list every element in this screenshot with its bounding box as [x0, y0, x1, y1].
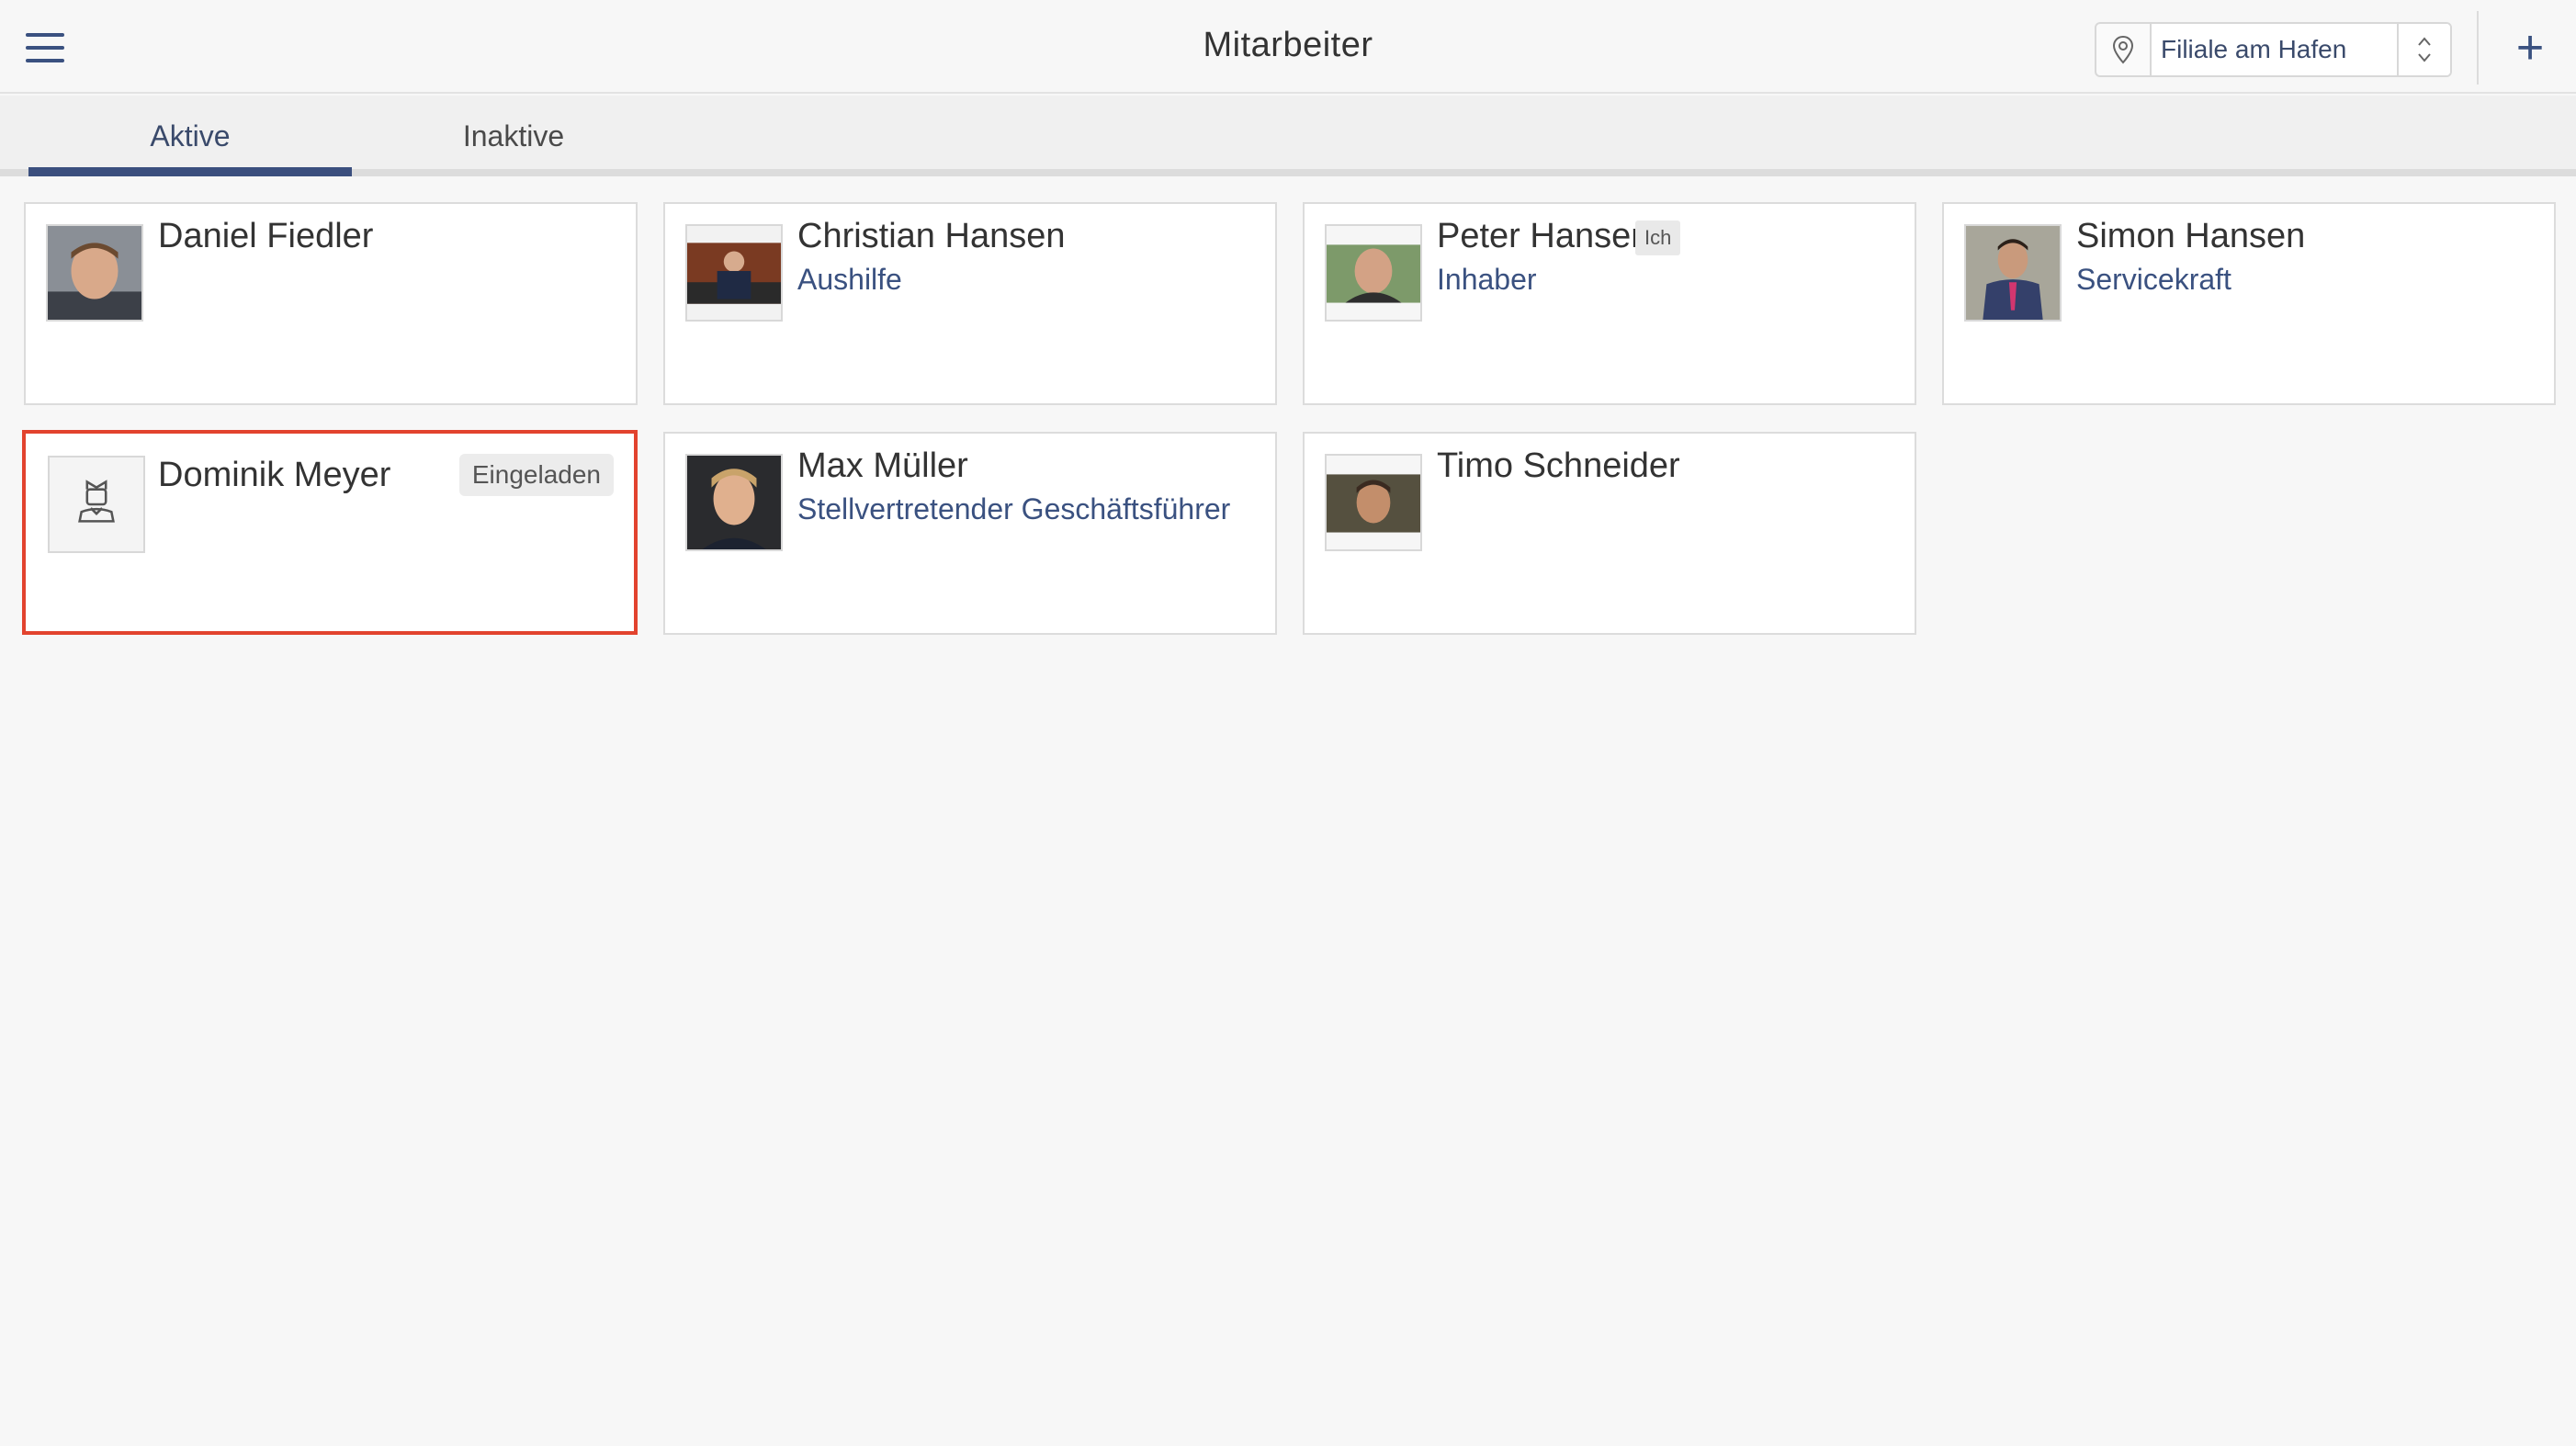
employee-card-christian-hansen[interactable]: Christian Hansen Aushilfe	[663, 202, 1277, 405]
employee-card-dominik-meyer[interactable]: Dominik Meyer Eingeladen	[22, 430, 638, 635]
employee-role: Aushilfe	[797, 263, 902, 296]
me-badge: Ich	[1635, 220, 1681, 255]
avatar	[1964, 224, 2062, 322]
employee-card-timo-schneider[interactable]: Timo Schneider	[1303, 432, 1916, 635]
employee-role: Stellvertretender Geschäftsführer	[797, 492, 1231, 525]
tab-bar: Aktive Inaktive	[0, 96, 2576, 176]
location-value: Filiale am Hafen	[2152, 24, 2397, 75]
default-user-icon	[50, 458, 143, 551]
employee-name: Dominik Meyer	[158, 456, 391, 494]
active-tab-indicator	[28, 167, 352, 176]
employee-name: Timo Schneider	[1437, 446, 1680, 485]
employee-name: Simon Hansen	[2076, 217, 2306, 255]
avatar	[1325, 224, 1422, 322]
top-bar: Mitarbeiter Filiale am Hafen +	[0, 0, 2576, 94]
avatar	[46, 224, 143, 322]
tab-aktive[interactable]: Aktive	[28, 96, 352, 176]
tab-inaktive[interactable]: Inaktive	[352, 96, 675, 176]
employee-name: Peter Hansen	[1437, 217, 1651, 255]
header-divider	[2477, 11, 2479, 85]
location-pin-icon	[2096, 24, 2152, 75]
employee-role: Servicekraft	[2076, 263, 2231, 296]
employee-role: Inhaber	[1437, 263, 1537, 296]
employee-name: Max Müller	[797, 446, 968, 485]
location-selector[interactable]: Filiale am Hafen	[2095, 22, 2452, 77]
employee-card-daniel-fiedler[interactable]: Daniel Fiedler	[24, 202, 638, 405]
employee-card-max-mueller[interactable]: Max Müller Stellvertretender Geschäftsfü…	[663, 432, 1277, 635]
avatar	[685, 224, 783, 322]
invited-badge: Eingeladen	[458, 454, 614, 496]
employee-card-peter-hansen[interactable]: Peter Hansen Ich Inhaber	[1303, 202, 1916, 405]
add-employee-button[interactable]: +	[2508, 20, 2552, 75]
employee-name: Daniel Fiedler	[158, 217, 374, 255]
employee-card-simon-hansen[interactable]: Simon Hansen Servicekraft	[1942, 202, 2556, 405]
avatar-placeholder	[48, 456, 145, 553]
avatar	[1325, 454, 1422, 551]
up-down-chevron-icon	[2397, 24, 2450, 75]
avatar	[685, 454, 783, 551]
employee-name: Christian Hansen	[797, 217, 1066, 255]
